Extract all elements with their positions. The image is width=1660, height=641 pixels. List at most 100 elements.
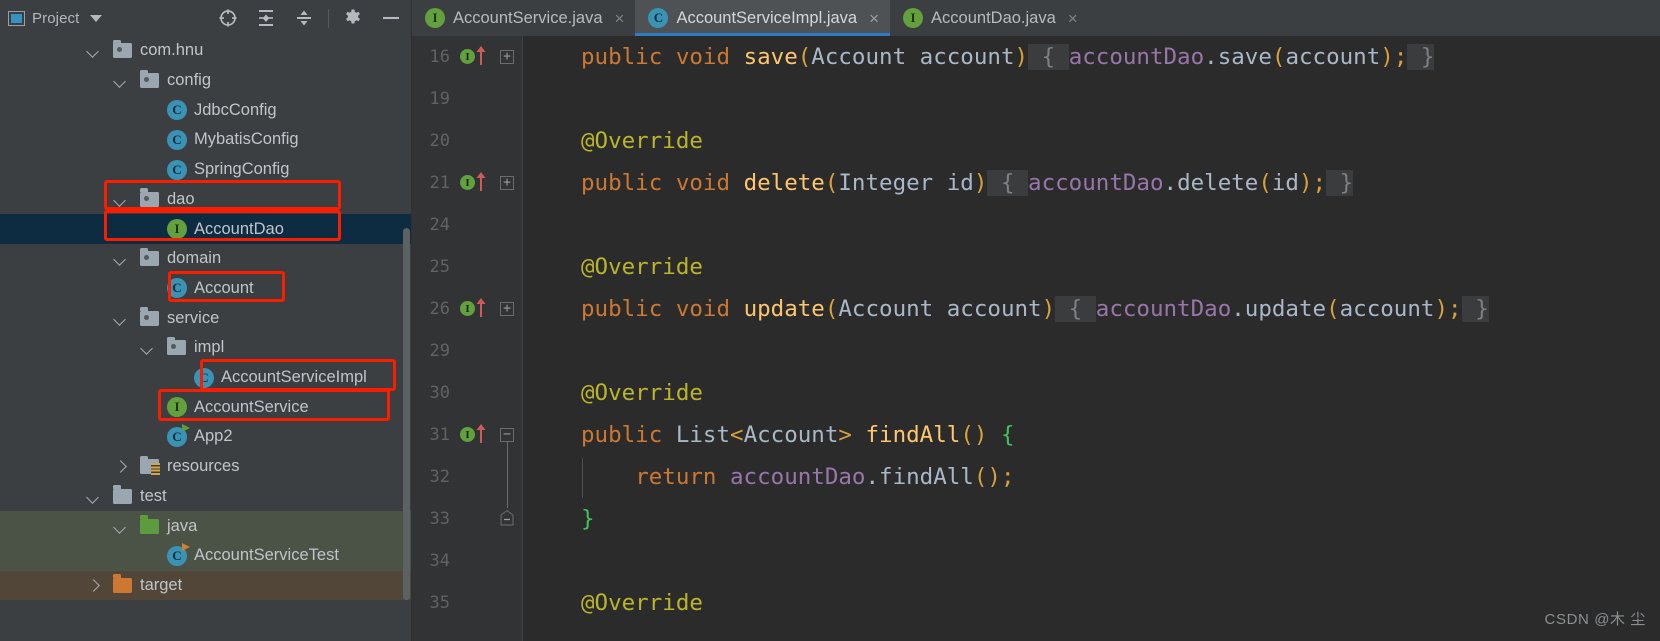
- collapse-all-icon[interactable]: [285, 0, 323, 36]
- tree-node-com-hnu[interactable]: com.hnu: [0, 36, 412, 66]
- chevron-right-icon[interactable]: [88, 580, 99, 591]
- tree-node-accountdao[interactable]: I AccountDao: [0, 214, 412, 244]
- run-marker-icon[interactable]: [182, 423, 190, 432]
- tree-node-label: AccountService: [194, 397, 309, 416]
- project-tree[interactable]: com.hnu config C JdbcConfig C MybatisConfig C S…: [0, 36, 412, 641]
- code-token: }: [1407, 44, 1435, 70]
- twisty-spacer: [142, 402, 153, 413]
- code-line-30[interactable]: @Override: [581, 372, 703, 414]
- code-token: .: [1231, 296, 1245, 322]
- code-token: (: [797, 44, 812, 70]
- code-token: @Override: [581, 590, 703, 616]
- folder-icon: [113, 485, 132, 504]
- code-line-21[interactable]: public void delete(Integer id) { account…: [581, 162, 1354, 204]
- gear-icon[interactable]: [334, 0, 372, 36]
- close-icon[interactable]: ×: [615, 10, 625, 27]
- override-arrow-icon[interactable]: [476, 46, 486, 65]
- editor-area: I AccountService.java × C AccountServiceImpl…: [412, 0, 1660, 641]
- tree-node-accountservicetest[interactable]: C AccountServiceTest: [0, 540, 412, 571]
- chevron-down-icon[interactable]: [88, 491, 99, 502]
- close-icon[interactable]: ×: [869, 10, 879, 27]
- fold-expand-icon[interactable]: +: [500, 50, 514, 64]
- class-icon: C: [167, 278, 187, 299]
- class-icon: C: [167, 423, 190, 447]
- run-marker-icon[interactable]: [182, 542, 190, 551]
- implementing-method-icon[interactable]: I: [460, 175, 475, 190]
- chevron-down-icon[interactable]: [115, 75, 126, 86]
- panel-toolbar: [209, 0, 412, 36]
- tree-node-resources[interactable]: resources: [0, 452, 412, 482]
- override-arrow-icon[interactable]: [476, 172, 486, 191]
- chevron-down-icon[interactable]: [88, 45, 99, 56]
- tree-node-label: java: [167, 516, 198, 535]
- tree-node-dao[interactable]: dao: [0, 185, 412, 215]
- code-content[interactable]: public void save(Account account) { acco…: [523, 36, 1660, 641]
- tree-node-domain[interactable]: domain: [0, 244, 412, 274]
- tree-node-springconfig[interactable]: C SpringConfig: [0, 155, 412, 185]
- tree-node-accountservice[interactable]: I AccountService: [0, 392, 412, 422]
- tree-node-config[interactable]: config: [0, 66, 412, 96]
- expand-all-icon[interactable]: [247, 0, 285, 36]
- override-arrow-icon[interactable]: [476, 298, 486, 317]
- editor-tab-accountservice[interactable]: I AccountService.java ×: [412, 0, 635, 36]
- code-token: (: [1326, 296, 1340, 322]
- tree-node-java[interactable]: java: [0, 511, 412, 541]
- code-token: (: [824, 170, 839, 196]
- override-arrow-icon[interactable]: [476, 424, 486, 443]
- tree-node-jdbcconfig[interactable]: C JdbcConfig: [0, 95, 412, 125]
- code-line-20[interactable]: @Override: [581, 120, 703, 162]
- chevron-down-icon[interactable]: [115, 313, 126, 324]
- code-line-25[interactable]: @Override: [581, 246, 703, 288]
- code-token: .: [1204, 44, 1218, 70]
- tree-node-mybatisconfig[interactable]: C MybatisConfig: [0, 125, 412, 155]
- editor-tab-accountserviceimpl[interactable]: C AccountServiceImpl.java ×: [635, 0, 891, 37]
- code-line-35[interactable]: @Override: [581, 582, 703, 624]
- chevron-down-icon[interactable]: [115, 194, 126, 205]
- code-token: account: [1285, 44, 1381, 70]
- code-line-31[interactable]: public List<Account> findAll() {: [581, 414, 1015, 456]
- sidebar-scrollbar[interactable]: [403, 228, 410, 600]
- code-line-26[interactable]: public void update(Account account) { ac…: [581, 288, 1489, 330]
- code-token: {: [1055, 296, 1096, 322]
- tree-node-label: App2: [194, 427, 233, 446]
- close-icon[interactable]: ×: [1068, 10, 1078, 27]
- line-number: 25: [429, 257, 450, 277]
- chevron-down-icon[interactable]: [142, 342, 153, 353]
- code-line-16[interactable]: public void save(Account account) { acco…: [581, 36, 1435, 78]
- code-line-32[interactable]: return accountDao.findAll();: [635, 456, 1014, 498]
- implementing-method-icon[interactable]: I: [460, 49, 475, 64]
- editor-tab-bar: I AccountService.java × C AccountServiceImpl…: [412, 0, 1660, 37]
- minimize-icon[interactable]: [372, 0, 410, 36]
- tree-node-test[interactable]: test: [0, 482, 412, 512]
- locate-icon[interactable]: [209, 0, 247, 36]
- gutter-line-26: 26 I +: [412, 288, 522, 330]
- implementing-method-icon[interactable]: I: [460, 427, 475, 442]
- code-line-33[interactable]: }: [581, 498, 595, 540]
- code-token: accountDao: [1028, 170, 1164, 196]
- line-number: 29: [429, 341, 450, 361]
- indent-guide: [581, 458, 583, 498]
- tree-node-target[interactable]: target: [0, 570, 412, 601]
- editor-tab-accountdao[interactable]: I AccountDao.java ×: [890, 0, 1089, 36]
- chevron-right-icon[interactable]: [115, 461, 126, 472]
- gutter-line-29: 29: [412, 330, 522, 372]
- code-token: @Override: [581, 380, 703, 406]
- chevron-down-icon[interactable]: [115, 253, 126, 264]
- tree-node-accountserviceimpl[interactable]: C AccountServiceImpl: [0, 363, 412, 393]
- folder-icon: [140, 307, 159, 326]
- editor-gutter[interactable]: 16 I +19 20 21 I +24 25 26 I +29 30 31 I − 32 33 34 35: [412, 36, 522, 641]
- folder-icon: [113, 39, 132, 59]
- fold-region-end-icon[interactable]: [500, 509, 514, 526]
- tree-node-account[interactable]: C Account: [0, 274, 412, 304]
- chevron-down-icon[interactable]: [115, 521, 126, 532]
- chevron-down-icon[interactable]: [90, 14, 103, 22]
- tree-node-impl[interactable]: impl: [0, 333, 412, 363]
- fold-expand-icon[interactable]: +: [500, 302, 514, 316]
- implementing-method-icon[interactable]: I: [460, 301, 475, 316]
- code-token: id: [1271, 170, 1299, 196]
- fold-expand-icon[interactable]: +: [500, 176, 514, 190]
- fold-collapse-icon[interactable]: −: [500, 428, 514, 442]
- code-token: (: [824, 296, 839, 322]
- tree-node-app2[interactable]: C App2: [0, 422, 412, 452]
- tree-node-service[interactable]: service: [0, 303, 412, 333]
